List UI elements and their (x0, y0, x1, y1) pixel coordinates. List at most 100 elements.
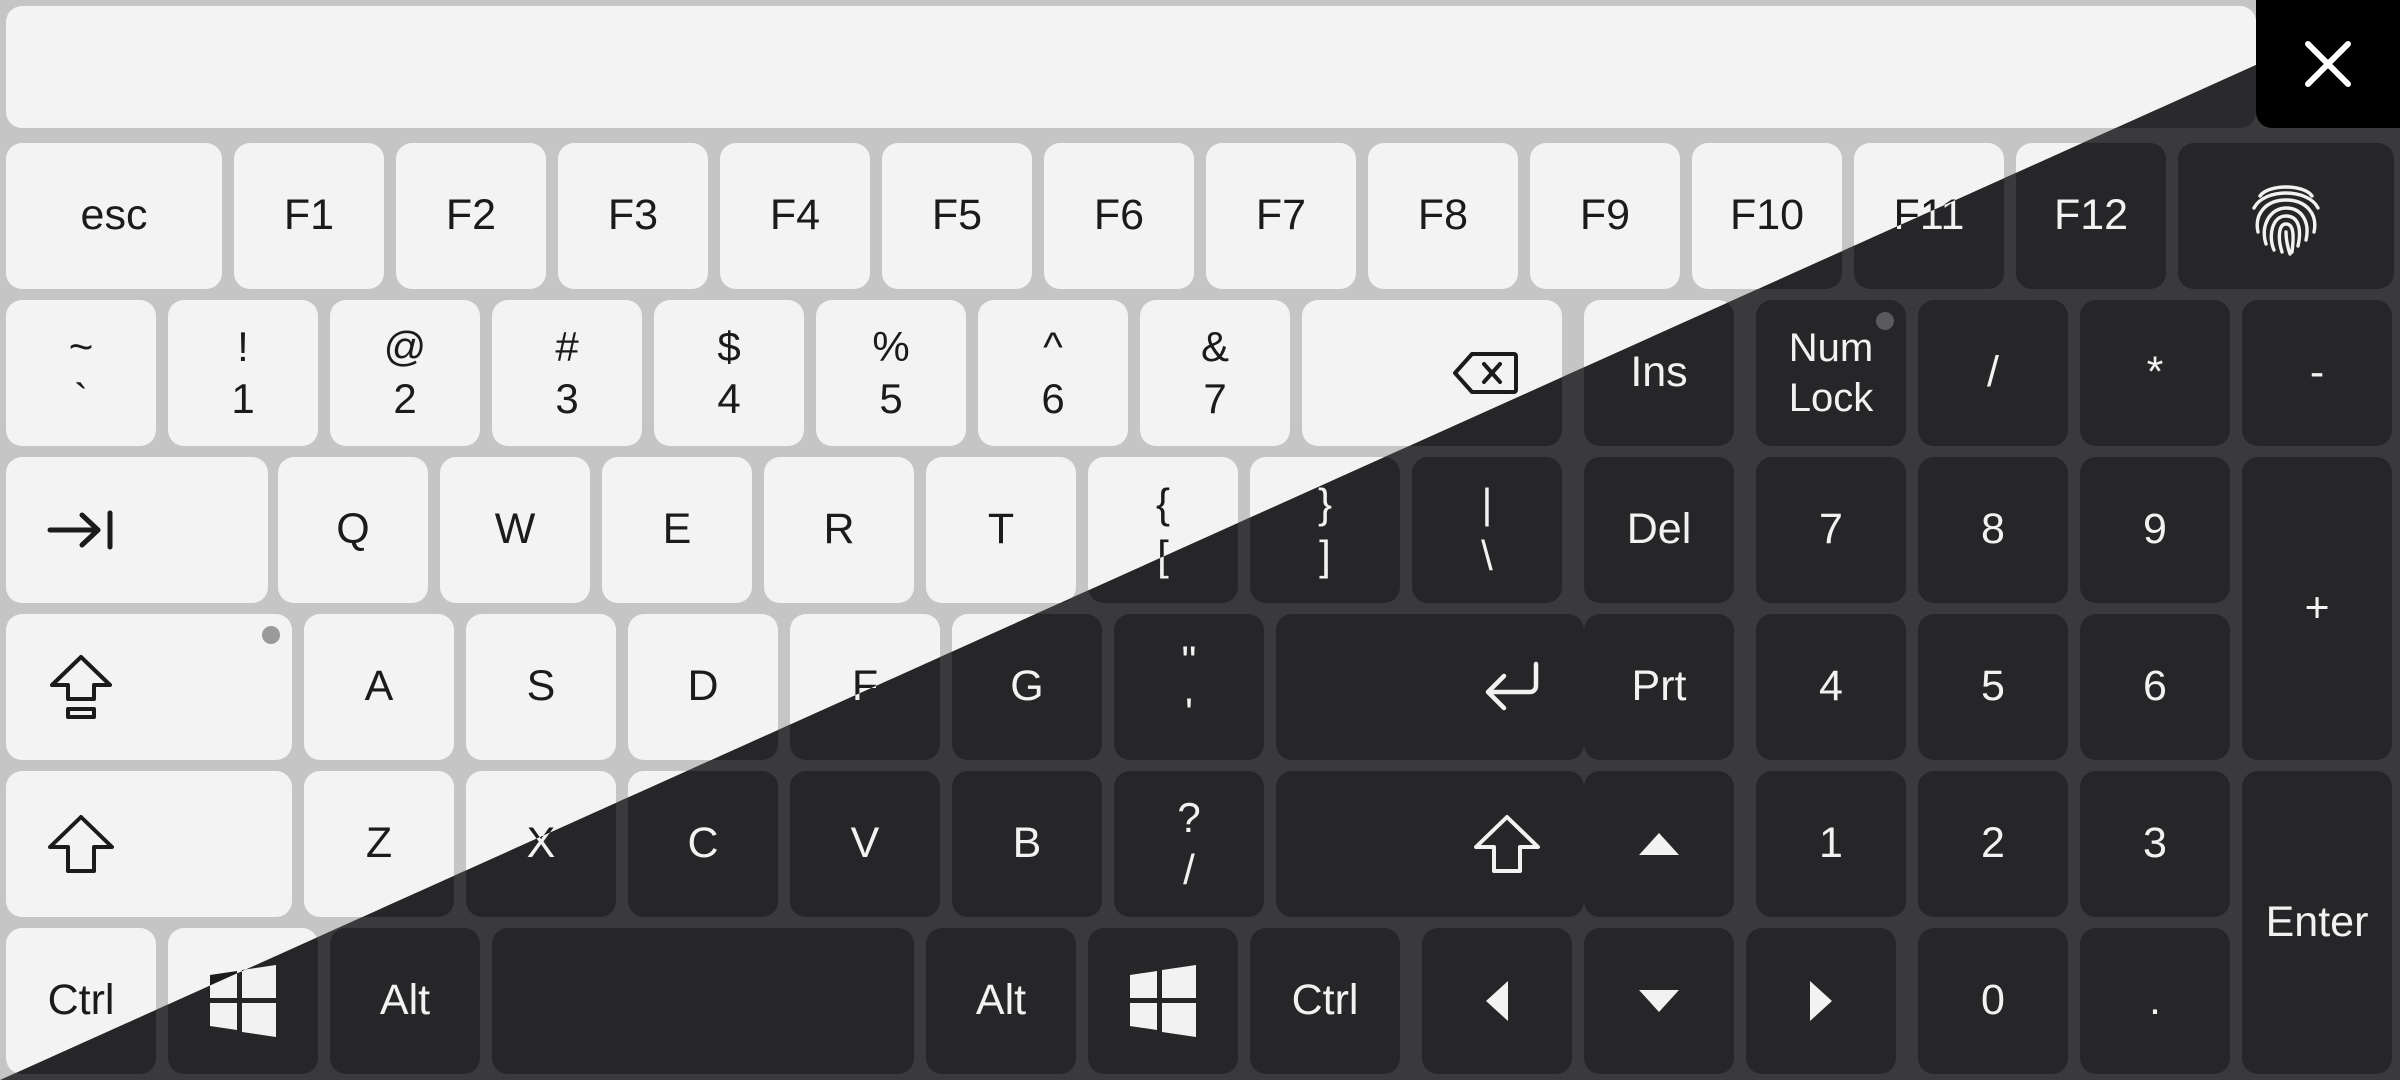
key-numpad-multiply[interactable]: * (2080, 300, 2230, 446)
key-f4[interactable]: F4 (720, 143, 870, 289)
key-q[interactable]: Q (278, 457, 428, 603)
key-num-7[interactable]: &7 (1140, 300, 1290, 446)
key-label: F5 (931, 191, 983, 240)
key-a[interactable]: A (304, 614, 454, 760)
key-numpad-0[interactable]: 0 (1918, 928, 2068, 1074)
key-label-top: ! (237, 322, 249, 370)
key-r[interactable]: R (764, 457, 914, 603)
key-label: Alt (975, 976, 1027, 1025)
key-f1[interactable]: F1 (234, 143, 384, 289)
key-esc[interactable]: esc (6, 143, 222, 289)
key-numpad-plus[interactable]: + (2242, 457, 2392, 760)
key-label: F1 (283, 191, 335, 240)
key-f7[interactable]: F7 (1206, 143, 1356, 289)
key-num-2[interactable]: @2 (330, 300, 480, 446)
key-label: R (823, 505, 855, 554)
key-f3[interactable]: F3 (558, 143, 708, 289)
key-label-bottom: 3 (555, 375, 579, 422)
key-slash[interactable]: ?/ (1114, 771, 1264, 917)
key-label-bottom: 2 (393, 375, 417, 422)
key-label: F12 (2053, 191, 2129, 240)
arrow-up-icon (1639, 833, 1679, 855)
onscreen-keyboard: escF1F2F3F4F5F6F7F8F9F10F11F12 ~`!1@2#3$… (0, 0, 2400, 1080)
shift-icon (48, 815, 114, 873)
key-label-top: | (1481, 479, 1493, 527)
key-w[interactable]: W (440, 457, 590, 603)
key-numpad-1[interactable]: 1 (1756, 771, 1906, 917)
key-label: / (1987, 348, 1999, 397)
key-c[interactable]: C (628, 771, 778, 917)
key-prt[interactable]: Prt (1584, 614, 1734, 760)
key-num-3[interactable]: #3 (492, 300, 642, 446)
key-num-4[interactable]: $4 (654, 300, 804, 446)
key-num-1[interactable]: !1 (168, 300, 318, 446)
key-numpad-enter[interactable]: Enter (2242, 771, 2392, 1074)
key-quote[interactable]: "' (1114, 614, 1264, 760)
key-f12[interactable]: F12 (2016, 143, 2166, 289)
key-f9[interactable]: F9 (1530, 143, 1680, 289)
key-numpad-2[interactable]: 2 (1918, 771, 2068, 917)
key-num-5[interactable]: %5 (816, 300, 966, 446)
key-label: B (1012, 819, 1042, 868)
key-label: F4 (769, 191, 821, 240)
key-d[interactable]: D (628, 614, 778, 760)
key-label: Del (1626, 505, 1692, 554)
close-button[interactable] (2256, 0, 2400, 128)
key-label: F3 (607, 191, 659, 240)
key-del[interactable]: Del (1584, 457, 1734, 603)
key-s[interactable]: S (466, 614, 616, 760)
key-label: S (526, 662, 556, 711)
key-label-bottom: ' (1184, 689, 1194, 736)
key-arrow-left[interactable] (1422, 928, 1572, 1074)
key-label: 7 (1819, 505, 1843, 554)
key-label: E (662, 505, 692, 554)
key-e[interactable]: E (602, 457, 752, 603)
key-numpad-7[interactable]: 7 (1756, 457, 1906, 603)
key-label: Enter (2265, 897, 2369, 946)
key-f5[interactable]: F5 (882, 143, 1032, 289)
key-space[interactable] (492, 928, 914, 1074)
key-numpad-9[interactable]: 9 (2080, 457, 2230, 603)
text-input-bar[interactable] (6, 6, 2256, 128)
key-numpad-dot[interactable]: . (2080, 928, 2230, 1074)
key-arrow-down[interactable] (1584, 928, 1734, 1074)
key-shift-left[interactable] (6, 771, 292, 917)
key-label: F8 (1417, 191, 1469, 240)
key-label: 4 (1819, 662, 1843, 711)
key-win-right[interactable] (1088, 928, 1238, 1074)
key-num-0[interactable]: ~` (6, 300, 156, 446)
key-numpad-divide[interactable]: / (1918, 300, 2068, 446)
key-label: 3 (2143, 819, 2167, 868)
key-ctrl-right[interactable]: Ctrl (1250, 928, 1400, 1074)
key-numpad-6[interactable]: 6 (2080, 614, 2230, 760)
key-f2[interactable]: F2 (396, 143, 546, 289)
key-enter[interactable] (1276, 614, 1584, 760)
key-label-top: ~ (68, 322, 94, 370)
key-label-top: & (1200, 322, 1229, 370)
key-tab[interactable] (6, 457, 268, 603)
key-numpad-3[interactable]: 3 (2080, 771, 2230, 917)
key-caps-lock[interactable] (6, 614, 292, 760)
key-backslash[interactable]: |\ (1412, 457, 1562, 603)
key-numpad-minus[interactable]: - (2242, 300, 2392, 446)
key-shift-right[interactable] (1276, 771, 1584, 917)
key-fingerprint[interactable] (2178, 143, 2394, 289)
key-numlock[interactable]: Num Lock (1756, 300, 1906, 446)
key-num-6[interactable]: ^6 (978, 300, 1128, 446)
key-t[interactable]: T (926, 457, 1076, 603)
key-arrow-up[interactable] (1584, 771, 1734, 917)
key-f6[interactable]: F6 (1044, 143, 1194, 289)
key-f8[interactable]: F8 (1368, 143, 1518, 289)
key-numpad-8[interactable]: 8 (1918, 457, 2068, 603)
key-alt-right[interactable]: Alt (926, 928, 1076, 1074)
key-arrow-right[interactable] (1746, 928, 1896, 1074)
key-v[interactable]: V (790, 771, 940, 917)
key-label-bottom: ` (74, 375, 88, 422)
key-alt-left[interactable]: Alt (330, 928, 480, 1074)
key-label: Ctrl (47, 976, 115, 1025)
key-numpad-5[interactable]: 5 (1918, 614, 2068, 760)
key-b[interactable]: B (952, 771, 1102, 917)
arrow-right-icon (1810, 981, 1832, 1021)
key-numpad-4[interactable]: 4 (1756, 614, 1906, 760)
windows-icon (1130, 965, 1196, 1037)
